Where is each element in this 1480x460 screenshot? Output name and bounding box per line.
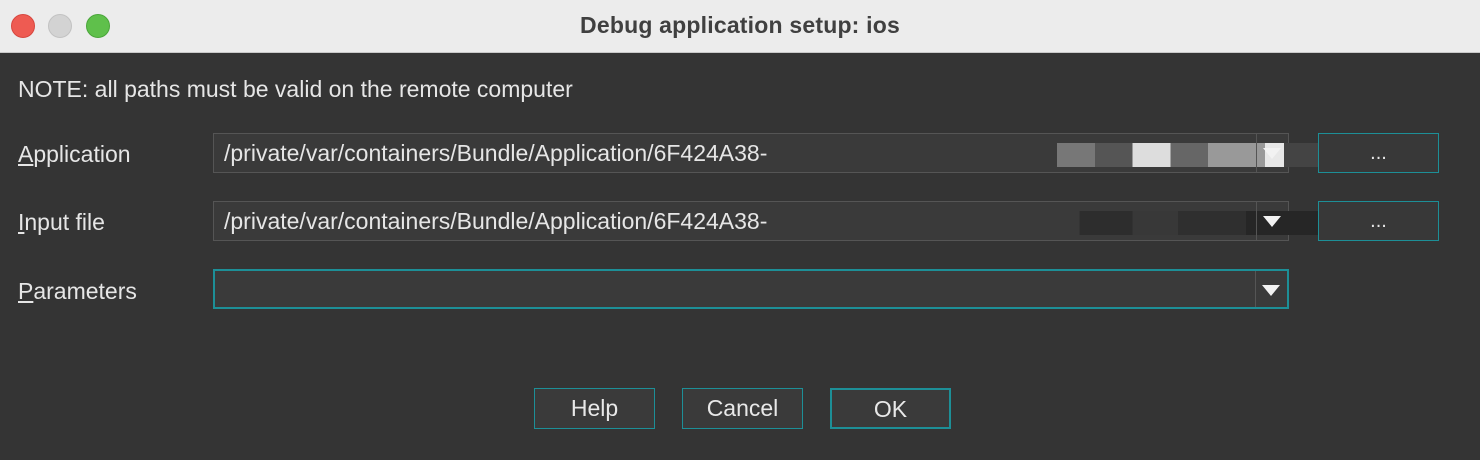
combo-separator xyxy=(1256,202,1257,240)
input-file-combo[interactable]: /private/var/containers/Bundle/Applicati… xyxy=(213,201,1435,241)
parameters-label: Parameters xyxy=(18,278,137,304)
dialog-window: Debug application setup: ios NOTE: all p… xyxy=(0,0,1480,460)
parameters-combo[interactable] xyxy=(213,269,1289,309)
application-value[interactable]: /private/var/containers/Bundle/Applicati… xyxy=(224,140,844,167)
dropdown-arrow-icon[interactable] xyxy=(1263,216,1281,227)
application-browse-button[interactable]: ... xyxy=(1318,133,1439,173)
input-file-browse-button[interactable]: ... xyxy=(1318,201,1439,241)
help-button[interactable]: Help xyxy=(534,388,655,429)
application-combo[interactable]: /private/var/containers/Bundle/Applicati… xyxy=(213,133,1435,173)
ok-button[interactable]: OK xyxy=(830,388,951,429)
window-title: Debug application setup: ios xyxy=(580,12,900,38)
combo-separator xyxy=(1255,271,1256,307)
dropdown-arrow-icon[interactable] xyxy=(1262,285,1280,296)
application-label: Application xyxy=(18,141,131,167)
remote-path-note: NOTE: all paths must be valid on the rem… xyxy=(18,76,573,102)
title-bar: Debug application setup: ios xyxy=(0,0,1480,53)
input-file-value[interactable]: /private/var/containers/Bundle/Applicati… xyxy=(224,208,844,235)
cancel-button[interactable]: Cancel xyxy=(682,388,803,429)
input-file-label: Input file xyxy=(18,209,105,235)
combo-separator xyxy=(1256,134,1257,172)
dropdown-arrow-icon[interactable] xyxy=(1263,148,1281,159)
